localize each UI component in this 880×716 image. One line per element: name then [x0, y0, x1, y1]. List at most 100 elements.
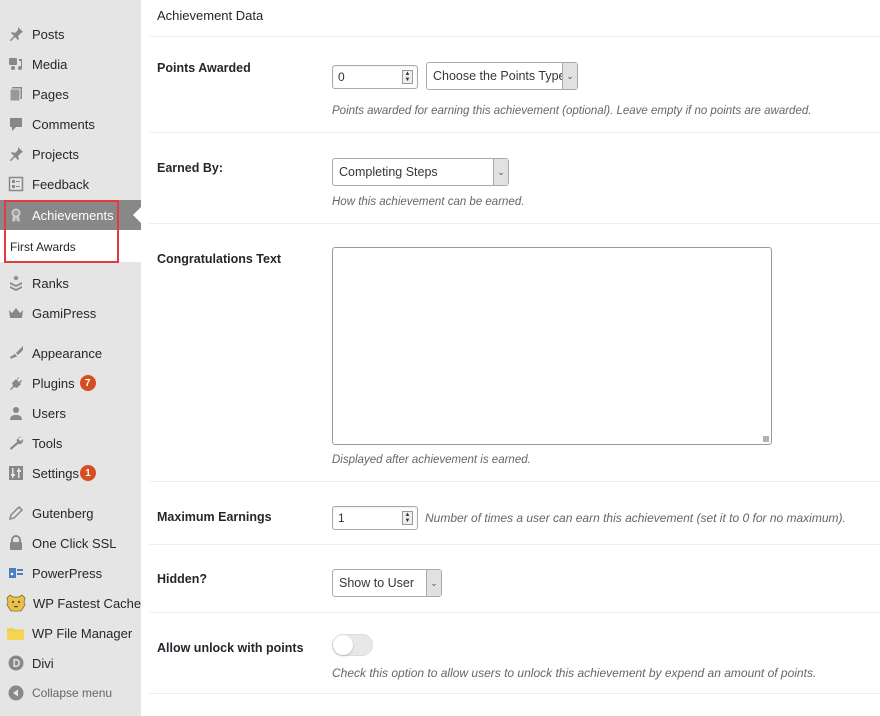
sidebar-item-label: Collapse menu	[32, 686, 113, 700]
sidebar-item-ranks[interactable]: Ranks	[0, 268, 141, 298]
sidebar-item-divi[interactable]: Divi	[0, 648, 141, 678]
ranks-icon	[8, 275, 24, 291]
collapse-menu-button[interactable]: Collapse menu	[0, 678, 141, 708]
sidebar-item-label: Projects	[32, 146, 79, 162]
sidebar-item-label: Settings	[32, 465, 79, 481]
folder-icon	[6, 625, 25, 641]
user-icon	[8, 405, 24, 421]
maximum-earnings-input[interactable]: 1 ▲ ▼	[332, 506, 418, 530]
pages-icon	[8, 86, 24, 102]
lock-icon	[8, 535, 24, 551]
sidebar-item-appearance[interactable]: Appearance	[0, 338, 141, 368]
sidebar-item-label: Media	[32, 56, 68, 72]
chevron-down-icon: ⌄	[493, 159, 508, 185]
sidebar-item-media[interactable]: Media	[0, 49, 141, 79]
media-icon	[8, 56, 24, 72]
sidebar-item-label: Pages	[32, 86, 69, 102]
achievement-data-metabox: Achievement Data Points Awarded 0 ▲ ▼ Cho…	[149, 0, 880, 716]
earned-by-select[interactable]: Completing Steps ⌄	[332, 158, 509, 186]
earned-by-description: How this achievement can be earned.	[332, 196, 525, 208]
divider	[149, 693, 880, 694]
sidebar-item-pages[interactable]: Pages	[0, 79, 141, 109]
achievements-submenu: First Awards	[0, 230, 141, 262]
settings-update-badge: 1	[79, 465, 96, 481]
sidebar-item-label: Users	[32, 405, 66, 421]
sidebar-item-label: Tools	[32, 435, 63, 451]
divider	[149, 544, 880, 545]
active-indicator-arrow	[133, 207, 141, 223]
sidebar-item-label: Comments	[32, 116, 95, 132]
sidebar-item-label: GamiPress	[32, 305, 97, 321]
sidebar-item-gamipress[interactable]: GamiPress	[0, 298, 141, 328]
maximum-earnings-label: Maximum Earnings	[157, 510, 272, 524]
hidden-select[interactable]: Show to User ⌄	[332, 569, 442, 597]
sidebar-item-gutenberg[interactable]: Gutenberg	[0, 498, 141, 528]
resize-grip-icon[interactable]	[763, 436, 769, 442]
sidebar-item-label: One Click SSL	[32, 535, 117, 551]
congratulations-description: Displayed after achievement is earned.	[332, 454, 531, 466]
sidebar-item-settings[interactable]: Settings 1	[0, 458, 141, 488]
chevron-down-icon: ⌄	[426, 570, 441, 596]
sidebar-item-posts[interactable]: Posts	[0, 19, 141, 49]
sidebar-item-powerpress[interactable]: PowerPress	[0, 558, 141, 588]
points-spinner[interactable]: ▲ ▼	[402, 70, 413, 84]
sidebar-item-wp-file-manager[interactable]: WP File Manager	[0, 618, 141, 648]
sidebar-item-label: Gutenberg	[32, 505, 94, 521]
sidebar-item-label: Plugins	[32, 375, 75, 391]
allow-unlock-toggle[interactable]	[332, 634, 373, 656]
maximum-earnings-value: 1	[338, 511, 345, 525]
sidebar-item-one-click-ssl[interactable]: One Click SSL	[0, 528, 141, 558]
congratulations-label: Congratulations Text	[157, 252, 282, 266]
sidebar-item-plugins[interactable]: Plugins 7	[0, 368, 141, 398]
points-type-select[interactable]: Choose the Points Type ⌄	[426, 62, 578, 90]
allow-unlock-label: Allow unlock with points	[157, 641, 304, 655]
divider	[149, 36, 880, 37]
pushpin-icon	[8, 26, 24, 42]
chevron-down-icon: ⌄	[562, 63, 577, 89]
wrench-icon	[8, 435, 24, 451]
sidebar-item-comments[interactable]: Comments	[0, 109, 141, 139]
award-icon	[8, 207, 24, 223]
allow-unlock-description: Check this option to allow users to unlo…	[332, 666, 817, 680]
sidebar-item-label: Divi	[32, 655, 54, 671]
sidebar-item-label: Ranks	[32, 275, 69, 291]
sidebar-item-projects[interactable]: Projects	[0, 139, 141, 169]
submenu-item-first-awards[interactable]: First Awards	[10, 240, 76, 254]
admin-sidebar: Posts Media Pages Comments Projects Feed…	[0, 0, 141, 716]
pencil-icon	[8, 505, 24, 521]
earnings-spinner[interactable]: ▲ ▼	[402, 511, 413, 525]
sidebar-item-label: WP Fastest Cache	[33, 595, 142, 611]
divider	[149, 223, 880, 224]
divider	[149, 481, 880, 482]
sidebar-item-label: Achievements	[32, 207, 114, 223]
crown-icon	[8, 305, 24, 321]
hidden-label: Hidden?	[157, 572, 207, 586]
hidden-value: Show to User	[339, 576, 415, 590]
sidebar-item-label: WP File Manager	[32, 625, 133, 641]
feedback-icon	[8, 176, 24, 192]
divi-icon	[8, 655, 24, 671]
paintbrush-icon	[8, 345, 24, 361]
points-awarded-description: Points awarded for earning this achievem…	[332, 105, 812, 117]
divider	[149, 132, 880, 133]
sidebar-item-users[interactable]: Users	[0, 398, 141, 428]
sidebar-item-wp-fastest-cache[interactable]: WP Fastest Cache	[0, 588, 141, 618]
comment-icon	[8, 116, 24, 132]
earned-by-value: Completing Steps	[339, 165, 438, 179]
maximum-earnings-description: Number of times a user can earn this ach…	[425, 511, 846, 525]
sidebar-item-feedback[interactable]: Feedback	[0, 169, 141, 199]
divider	[149, 612, 880, 613]
pushpin-icon	[8, 146, 24, 162]
sidebar-item-label: Appearance	[32, 345, 103, 361]
plugins-update-badge: 7	[79, 375, 96, 391]
sidebar-item-label: Posts	[32, 26, 65, 42]
points-awarded-input[interactable]: 0 ▲ ▼	[332, 65, 418, 89]
congratulations-textarea[interactable]	[332, 247, 772, 445]
metabox-title: Achievement Data	[157, 8, 264, 23]
sidebar-item-tools[interactable]: Tools	[0, 428, 141, 458]
sidebar-item-achievements[interactable]: Achievements	[0, 200, 141, 230]
points-awarded-value: 0	[338, 70, 345, 84]
earned-by-label: Earned By:	[157, 161, 223, 175]
toggle-knob	[333, 635, 353, 655]
points-type-value: Choose the Points Type	[433, 69, 566, 83]
